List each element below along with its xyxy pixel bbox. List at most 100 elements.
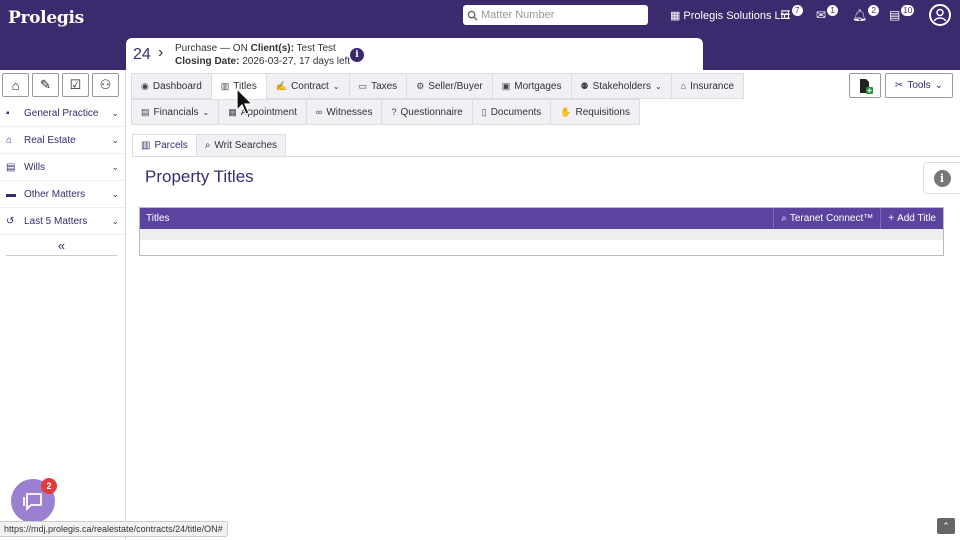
new-wills-button[interactable]: ✎ — [32, 73, 59, 97]
scroll-top-button[interactable]: ⌃ — [937, 518, 955, 534]
tab-mortgages[interactable]: ▣ Mortgages — [491, 73, 571, 99]
collapse-sidebar-button[interactable]: « — [6, 238, 117, 256]
user-avatar[interactable] — [929, 4, 951, 26]
subtab-label: Parcels — [154, 140, 188, 151]
tab-label: Taxes — [371, 80, 398, 92]
building-icon: ▦ — [670, 10, 681, 22]
mail-badge: 1 — [827, 5, 839, 16]
matter-search[interactable] — [463, 5, 648, 25]
tab-contract[interactable]: ✍ Contract ⌄ — [265, 73, 349, 99]
tab-label: Requisitions — [575, 106, 630, 118]
sidebar-item-label: Last 5 Matters — [24, 215, 88, 227]
folder-icon: ▬ — [6, 188, 16, 200]
tab-requisitions[interactable]: ✋ Requisitions — [550, 99, 640, 125]
matter-type: Purchase — ON — [175, 43, 248, 54]
money-check-icon: ▣ — [501, 80, 511, 91]
title-subtabs: ▥ Parcels ⌕ Writ Searches — [132, 134, 287, 157]
teranet-connect-button[interactable]: ⌕ Teranet Connect™ — [773, 208, 880, 229]
closing-date: 2026-03-27, 17 days left — [242, 56, 351, 67]
tab-seller-buyer[interactable]: ⚙ Seller/Buyer — [406, 73, 492, 99]
teranet-label: Teranet Connect™ — [789, 213, 874, 224]
search-icon: ⌕ — [781, 213, 787, 224]
chat-badge: 2 — [41, 478, 57, 494]
matter-tabs: ◉ Dashboard ▥ Titles ✍ Contract ⌄ ▭ Taxes ⚙ Se… — [131, 73, 745, 99]
handshake-icon: ✍ — [275, 80, 288, 91]
add-title-button[interactable]: + Add Title — [880, 208, 943, 229]
page-title: Property Titles — [145, 167, 254, 186]
tools-dropdown[interactable]: ✂ Tools ⌄ — [885, 73, 953, 98]
tools-icon: ✂ — [894, 80, 904, 91]
tab-appointment[interactable]: ▦ Appointment — [218, 99, 306, 125]
notifications-button[interactable]: 🔔︎ 2 — [852, 5, 880, 22]
chevron-down-icon: ⌄ — [332, 81, 340, 91]
app-logo[interactable]: Prolegis — [8, 8, 84, 28]
tasks-button[interactable]: ☰ 7 — [780, 5, 803, 22]
tab-label: Documents — [490, 106, 542, 118]
add-document-button[interactable] — [849, 73, 881, 98]
sidebar-item-general-practice[interactable]: ▪ General Practice ⌄ — [0, 100, 125, 127]
sidebar-item-last-5-matters[interactable]: ↺ Last 5 Matters ⌄ — [0, 208, 125, 235]
money-bill-icon: ▤ — [141, 106, 150, 117]
matter-type-line: Purchase — ON Client(s): Test Test — [175, 43, 336, 54]
subtab-label: Writ Searches — [214, 140, 278, 151]
document-plus-icon: ✎ — [40, 77, 51, 92]
new-real-estate-button[interactable]: ⌂ — [2, 73, 29, 97]
glasses-icon: ∞ — [315, 107, 323, 117]
add-title-label: Add Title — [897, 213, 936, 224]
tasks-badge: 7 — [791, 5, 803, 16]
tab-witnesses[interactable]: ∞ Witnesses — [305, 99, 382, 125]
quick-actions: ⌂ ✎ ☑ ⚇ — [0, 70, 125, 100]
status-url: https://mdj.prolegis.ca/realestate/contr… — [0, 521, 228, 537]
file-icon: ▤ — [889, 8, 901, 22]
chevron-down-icon: ⌄ — [111, 161, 119, 172]
bell-icon: 🔔︎ — [852, 8, 868, 22]
tab-label: Insurance — [690, 80, 735, 92]
sidebar-item-label: Other Matters — [24, 188, 86, 200]
sidebar-item-label: Real Estate — [24, 134, 76, 146]
tools-label: Tools — [907, 80, 931, 91]
new-client-button[interactable]: ⚇ — [92, 73, 119, 97]
tab-dashboard[interactable]: ◉ Dashboard — [131, 73, 211, 99]
landmark-icon: ▥ — [220, 80, 230, 91]
matter-number-input[interactable] — [481, 9, 641, 21]
tab-label: Mortgages — [514, 80, 562, 92]
tab-questionnaire[interactable]: ? Questionnaire — [381, 99, 472, 125]
chevron-down-icon: ⌄ — [111, 107, 119, 118]
matter-number[interactable]: 24 — [133, 46, 151, 64]
tab-stakeholders[interactable]: ⚉ Stakeholders ⌄ — [570, 73, 671, 99]
briefcase-icon: ▪ — [6, 107, 10, 119]
subtab-parcels[interactable]: ▥ Parcels — [132, 134, 196, 157]
closing-label: Closing Date: — [175, 56, 240, 67]
dashboard-icon: ◉ — [141, 80, 149, 91]
new-task-list-button[interactable]: ☑ — [62, 73, 89, 97]
sidebar-item-other-matters[interactable]: ▬ Other Matters ⌄ — [0, 181, 125, 208]
tab-financials[interactable]: ▤ Financials ⌄ — [131, 99, 219, 125]
info-icon[interactable]: i — [350, 48, 364, 62]
subtab-writ-searches[interactable]: ⌕ Writ Searches — [195, 134, 287, 157]
info-panel-toggle[interactable]: i — [923, 162, 960, 194]
tab-label: Questionnaire — [400, 106, 463, 118]
mail-button[interactable]: ✉ 1 — [816, 5, 839, 22]
chevron-down-icon: ⌄ — [111, 134, 119, 145]
tab-taxes[interactable]: ▭ Taxes — [348, 73, 407, 99]
chevron-right-icon[interactable]: › — [158, 44, 163, 62]
tab-insurance[interactable]: ⌂ Insurance — [670, 73, 745, 99]
tab-label: Contract — [291, 80, 329, 92]
divider — [132, 156, 960, 157]
tab-documents[interactable]: ▯ Documents — [471, 99, 551, 125]
matter-header: 24 › Purchase — ON Client(s): Test Test … — [126, 38, 703, 70]
tab-label: Witnesses — [326, 106, 373, 118]
house-plus-icon: ⌂ — [11, 77, 20, 93]
sidebar-item-real-estate[interactable]: ⌂ Real Estate ⌄ — [0, 127, 125, 154]
home-icon: ⌂ — [680, 81, 687, 91]
users-icon: ⚉ — [580, 80, 589, 91]
documents-button[interactable]: ▤ 10 — [889, 5, 915, 22]
sidebar-item-wills[interactable]: ▤ Wills ⌄ — [0, 154, 125, 181]
tab-label: Seller/Buyer — [428, 80, 483, 92]
checklist-icon: ☑ — [69, 77, 82, 92]
chevron-down-icon: ⌄ — [111, 215, 119, 226]
history-icon: ↺ — [6, 215, 15, 227]
chevron-down-icon: ⌄ — [111, 188, 119, 199]
plus-icon: + — [888, 213, 895, 224]
company-name[interactable]: ▦ Prolegis Solutions Ltd — [670, 9, 790, 23]
